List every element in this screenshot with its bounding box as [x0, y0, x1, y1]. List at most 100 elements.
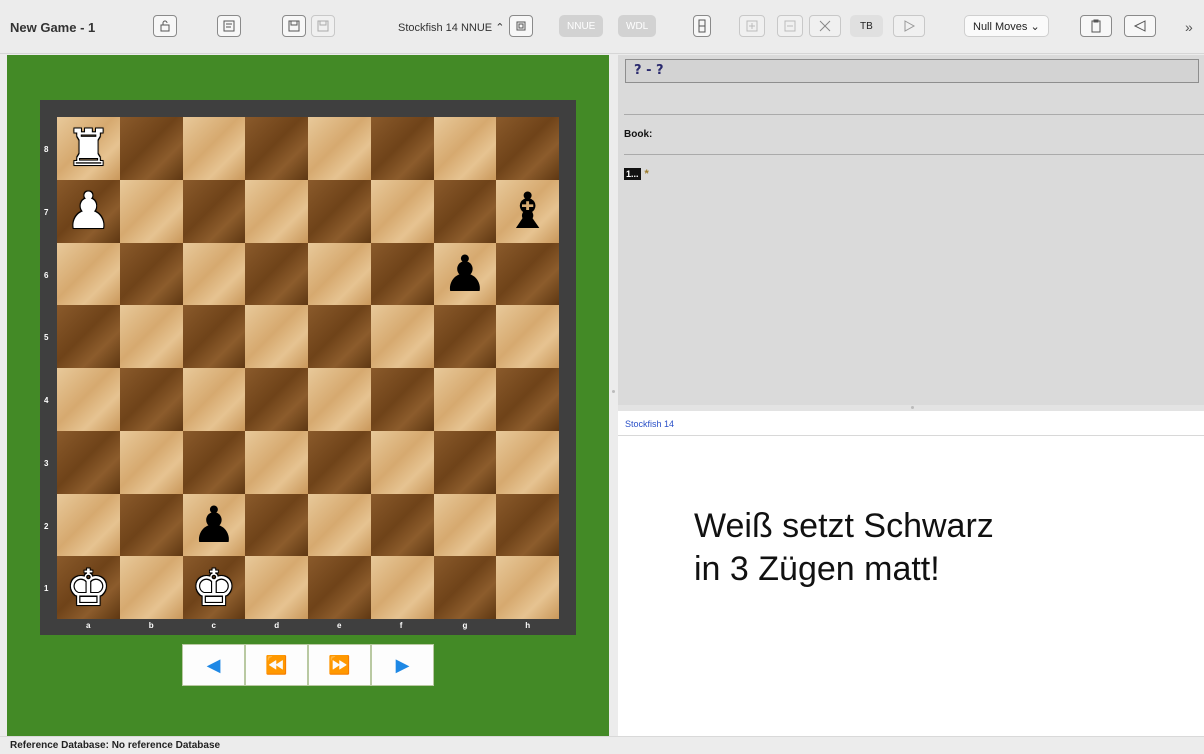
square-f5[interactable]: [370, 305, 434, 368]
square-d8[interactable]: [245, 117, 308, 180]
square-g2[interactable]: [433, 493, 497, 557]
square-a8[interactable]: ♜: [57, 117, 120, 180]
move-number[interactable]: 1...: [624, 168, 641, 180]
square-d4[interactable]: [245, 368, 308, 431]
square-a1[interactable]: ♚: [57, 556, 120, 619]
white-piece-a7[interactable]: ♟: [66, 186, 111, 236]
black-piece-h7[interactable]: ♝: [505, 186, 550, 236]
square-b4[interactable]: [119, 368, 183, 431]
square-b2[interactable]: [119, 493, 183, 557]
stop-engine-button[interactable]: [809, 15, 841, 37]
square-a5[interactable]: [57, 305, 120, 368]
play-button[interactable]: [893, 15, 925, 37]
square-e3[interactable]: [308, 430, 371, 494]
nnue-toggle[interactable]: NNUE: [559, 15, 604, 37]
square-f8[interactable]: [370, 117, 434, 180]
add-line-button[interactable]: [739, 15, 765, 37]
start-button[interactable]: ⏪: [245, 644, 308, 686]
square-a3[interactable]: [57, 430, 120, 494]
prev-move-button[interactable]: ◀: [182, 644, 245, 686]
remove-line-button[interactable]: [777, 15, 803, 37]
black-piece-g6[interactable]: ♟: [442, 249, 487, 299]
square-h2[interactable]: [496, 493, 559, 557]
square-f4[interactable]: [370, 368, 434, 431]
close-icon: [819, 20, 831, 32]
square-f3[interactable]: [370, 430, 434, 494]
square-e2[interactable]: [308, 493, 371, 557]
square-f1[interactable]: [370, 556, 434, 619]
square-h7[interactable]: ♝: [496, 179, 559, 243]
black-piece-c2[interactable]: ♟: [191, 500, 236, 550]
square-c7[interactable]: [182, 179, 246, 243]
square-f7[interactable]: [370, 179, 434, 243]
square-h4[interactable]: [496, 368, 559, 431]
square-b7[interactable]: [119, 179, 183, 243]
flip-board-button[interactable]: [1124, 15, 1156, 37]
move-navigation: ◀ ⏪ ⏩ ▶: [182, 644, 434, 686]
square-c3[interactable]: [182, 430, 246, 494]
wdl-toggle[interactable]: WDL: [618, 15, 657, 37]
square-d2[interactable]: [245, 493, 308, 557]
square-h8[interactable]: [496, 117, 559, 180]
white-piece-c1[interactable]: ♚: [191, 563, 236, 613]
square-g8[interactable]: [433, 117, 497, 180]
square-b8[interactable]: [119, 117, 183, 180]
more-toolbar-button[interactable]: »: [1185, 15, 1193, 39]
chessboard[interactable]: ♜ ♟ ♝ ♟ ♟ ♚ ♚: [57, 117, 559, 619]
tablebase-button[interactable]: TB: [850, 15, 883, 37]
square-g7[interactable]: [433, 179, 497, 243]
square-b1[interactable]: [119, 556, 183, 619]
square-g3[interactable]: [433, 430, 497, 494]
square-a6[interactable]: [57, 242, 120, 306]
square-e7[interactable]: [308, 179, 371, 243]
square-e5[interactable]: [308, 305, 371, 368]
square-e6[interactable]: [308, 242, 371, 306]
square-d5[interactable]: [245, 305, 308, 368]
square-b3[interactable]: [119, 430, 183, 494]
square-d1[interactable]: [245, 556, 308, 619]
square-d7[interactable]: [245, 179, 308, 243]
save-button[interactable]: [282, 15, 306, 37]
square-c4[interactable]: [182, 368, 246, 431]
square-c2[interactable]: ♟: [182, 493, 246, 557]
vertical-split-handle[interactable]: [609, 55, 618, 736]
unlock-button[interactable]: [153, 15, 177, 37]
square-a7[interactable]: ♟: [57, 179, 120, 243]
square-b5[interactable]: [119, 305, 183, 368]
square-d3[interactable]: [245, 430, 308, 494]
square-g6[interactable]: ♟: [433, 242, 497, 306]
white-piece-a1[interactable]: ♚: [66, 563, 111, 613]
engine-chip-button[interactable]: [509, 15, 533, 37]
square-g4[interactable]: [433, 368, 497, 431]
divider: [624, 154, 1204, 155]
square-h6[interactable]: [496, 242, 559, 306]
square-g5[interactable]: [433, 305, 497, 368]
white-piece-a8[interactable]: ♜: [66, 123, 111, 173]
eval-bar-button[interactable]: [693, 15, 711, 37]
square-d6[interactable]: [245, 242, 308, 306]
square-c8[interactable]: [182, 117, 246, 180]
clipboard-button[interactable]: [1080, 15, 1112, 37]
engine-select[interactable]: Stockfish 14 NNUE ⌃: [398, 15, 504, 39]
square-c5[interactable]: [182, 305, 246, 368]
square-f6[interactable]: [370, 242, 434, 306]
square-e4[interactable]: [308, 368, 371, 431]
next-move-button[interactable]: ▶: [371, 644, 434, 686]
square-e1[interactable]: [308, 556, 371, 619]
square-b6[interactable]: [119, 242, 183, 306]
square-g1[interactable]: [433, 556, 497, 619]
square-e8[interactable]: [308, 117, 371, 180]
square-c1[interactable]: ♚: [182, 556, 246, 619]
save-as-button[interactable]: [311, 15, 335, 37]
square-a2[interactable]: [57, 493, 120, 557]
square-c6[interactable]: [182, 242, 246, 306]
square-h3[interactable]: [496, 430, 559, 494]
engine-name[interactable]: Stockfish 14: [625, 419, 674, 429]
square-h5[interactable]: [496, 305, 559, 368]
square-f2[interactable]: [370, 493, 434, 557]
square-a4[interactable]: [57, 368, 120, 431]
notes-button[interactable]: [217, 15, 241, 37]
null-moves-select[interactable]: Null Moves ⌄: [964, 15, 1049, 37]
end-button[interactable]: ⏩: [308, 644, 371, 686]
square-h1[interactable]: [496, 556, 559, 619]
